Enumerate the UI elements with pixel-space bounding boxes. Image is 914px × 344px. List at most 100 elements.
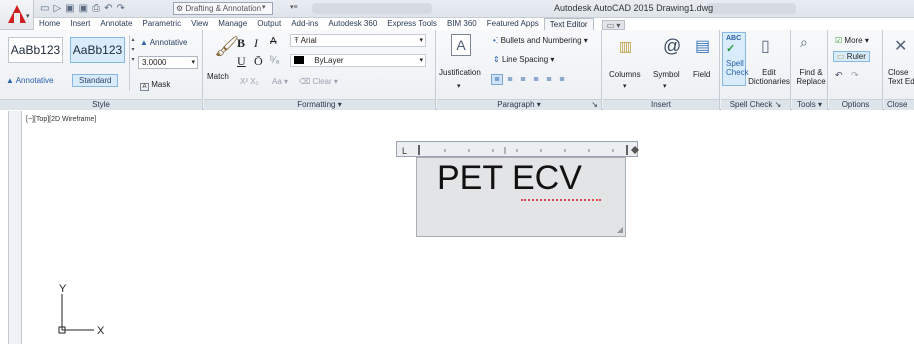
strikethrough-button[interactable]: A (270, 36, 277, 47)
chevron-down-icon: ▾ (419, 57, 423, 64)
mtext-content[interactable]: PET ECV (437, 158, 582, 198)
distribute-icon[interactable]: ≣ (556, 74, 568, 85)
annotative-toggle[interactable]: ▲ Annotative (140, 38, 188, 47)
ruler-toggle[interactable]: ▭ Ruler (833, 51, 870, 62)
mask-button[interactable]: A Mask (140, 80, 170, 91)
plot-icon[interactable]: ⎙ (92, 3, 100, 15)
bullets-icon: •⁚ (493, 36, 499, 45)
tools-panel-title[interactable]: Tools ▾ (792, 99, 827, 110)
viewport-controls[interactable]: [−][Top][2D Wireframe] (26, 116, 96, 123)
open-icon[interactable]: ▷ (53, 3, 61, 15)
color-dropdown[interactable]: ByLayer ▾ (290, 54, 426, 67)
field-button[interactable]: Field (693, 70, 710, 79)
ucs-y-label: Y (59, 283, 67, 295)
workspace-dropdown[interactable]: ⚙ Drafting & Annotation (173, 2, 273, 15)
align-left-icon[interactable]: ≣ (504, 74, 516, 85)
tab-view[interactable]: View (186, 18, 213, 30)
formatting-panel-title[interactable]: Formatting ▾ (204, 99, 435, 110)
ribbon-tabs: Home Insert Annotate Parametric View Man… (34, 18, 626, 30)
superscript-subscript-button[interactable]: X² X₂ (240, 77, 259, 86)
justification-button[interactable]: Justification (439, 68, 481, 77)
undo-icon[interactable]: ↶ (104, 3, 112, 15)
mask-icon: A (140, 83, 149, 91)
spell-check-label: Spell Check (726, 59, 749, 77)
tab-add-ins[interactable]: Add-ins (286, 18, 323, 30)
underline-button[interactable]: U (237, 54, 246, 69)
save-as-icon[interactable]: ▣ (79, 3, 88, 15)
tab-manage[interactable]: Manage (213, 18, 252, 30)
tab-insert[interactable]: Insert (65, 18, 95, 30)
tab-annotate[interactable]: Annotate (95, 18, 137, 30)
font-dropdown[interactable]: Ŧ Arial ▾ (290, 34, 426, 47)
spell-check-toggle[interactable]: ABC ✓ Spell Check (722, 32, 749, 86)
line-spacing-button[interactable]: ⇕ Line Spacing ▾ (493, 55, 554, 64)
italic-button[interactable]: I (254, 36, 258, 51)
clear-button[interactable]: ⌫ Clear ▾ (299, 77, 338, 86)
style-gallery-scroller[interactable]: ▴ ▾ ▾ (129, 35, 136, 91)
resize-grip-icon[interactable]: ◢ (617, 225, 623, 234)
tab-express-tools[interactable]: Express Tools (382, 18, 442, 30)
dialog-launcher-icon[interactable]: ↘ (775, 100, 782, 109)
text-editor-ruler[interactable]: L (396, 141, 639, 157)
chevron-down-icon: ▾ (663, 83, 667, 90)
autocad-logo-icon (8, 5, 26, 23)
columns-button[interactable]: Columns (609, 70, 641, 79)
overline-button[interactable]: Ō (254, 54, 263, 69)
alignment-buttons: ≣ ≣ ≣ ≣ ≣ ≣ (491, 74, 568, 85)
undo-icon[interactable]: ↶ (835, 70, 843, 81)
chevron-down-icon: ▾ (623, 83, 627, 90)
tab-parametric[interactable]: Parametric (137, 18, 186, 30)
spell-check-panel-title: Spell Check ↘ (721, 99, 790, 110)
ribbon-minimize-button[interactable]: ▭ ▾ (601, 20, 626, 30)
find-replace-button[interactable]: Find & Replace (794, 68, 828, 86)
tools-panel: ⌕ Find & Replace Tools ▾ (792, 30, 828, 110)
application-menu-button[interactable]: ▾ (0, 0, 34, 30)
tab-output[interactable]: Output (252, 18, 286, 30)
tool-palette-strip[interactable] (8, 111, 22, 344)
align-center-icon[interactable]: ≣ (517, 74, 529, 85)
more-button[interactable]: ☑ More ▾ (835, 36, 869, 45)
stack-icon[interactable]: ᵇ⁄ₐ (270, 55, 279, 66)
dialog-launcher-icon[interactable]: ↘ (591, 100, 598, 110)
ruler-icon: ▭ (837, 52, 845, 61)
obscured-area (706, 3, 796, 14)
bold-button[interactable]: B (237, 36, 245, 51)
redo-icon[interactable]: ↷ (851, 70, 859, 81)
chevron-down-icon[interactable]: ▾ (262, 3, 266, 11)
close-icon: ✕ (894, 38, 908, 55)
color-swatch-icon (294, 56, 304, 64)
save-icon[interactable]: ▣ (65, 3, 74, 15)
customize-qat-icon[interactable]: ▾≡ (290, 3, 298, 11)
redo-icon[interactable]: ↷ (116, 3, 124, 15)
tab-home[interactable]: Home (34, 18, 65, 30)
paragraph-panel-title[interactable]: Paragraph ▾ ↘ (437, 99, 601, 110)
align-right-icon[interactable]: ≣ (530, 74, 542, 85)
tab-autodesk-360[interactable]: Autodesk 360 (323, 18, 382, 30)
justify-icon[interactable]: ≣ (543, 74, 555, 85)
line-spacing-icon: ⇕ (493, 55, 500, 64)
style-name-annotative: ▲ Annotative (6, 76, 54, 85)
bullets-numbering-button[interactable]: •⁚ Bullets and Numbering ▾ (493, 36, 588, 45)
dictionary-icon: ▯ (761, 38, 770, 55)
spelling-error-underline (521, 199, 601, 201)
paragraph-panel: A Justification ▾ •⁚ Bullets and Numberi… (437, 30, 602, 110)
style-sample-annotative[interactable]: AaBb123 (8, 37, 63, 63)
tab-text-editor[interactable]: Text Editor (543, 18, 594, 30)
style-sample-standard[interactable]: AaBb123 (70, 37, 125, 63)
change-case-button[interactable]: Aa ▾ (272, 77, 288, 86)
close-text-editor-button[interactable]: Close Text Edi (888, 68, 914, 86)
find-replace-icon: ⌕ (800, 34, 808, 50)
text-height-input[interactable]: 3.0000 ▾ (138, 56, 198, 69)
edit-dictionaries-button[interactable]: Edit Dictionaries (747, 68, 791, 86)
quick-access-toolbar: ▭ ▷ ▣ ▣ ⎙ ↶ ↷ (40, 2, 125, 16)
new-icon[interactable]: ▭ (40, 3, 49, 15)
mtext-editor[interactable]: PET ECV ◢ (416, 157, 626, 237)
gear-icon: ⚙ (176, 4, 184, 13)
symbol-button[interactable]: Symbol (653, 70, 680, 79)
match-button[interactable]: Match (207, 72, 229, 81)
tab-featured-apps[interactable]: Featured Apps (482, 18, 544, 30)
tab-bim-360[interactable]: BIM 360 (442, 18, 482, 30)
align-default-icon[interactable]: ≣ (491, 74, 503, 85)
close-panel: ✕ Close Text Edi Close (884, 30, 914, 110)
ribbon: AaBb123 AaBb123 ▲ Annotative Standard ▴ ▾… (0, 30, 914, 110)
